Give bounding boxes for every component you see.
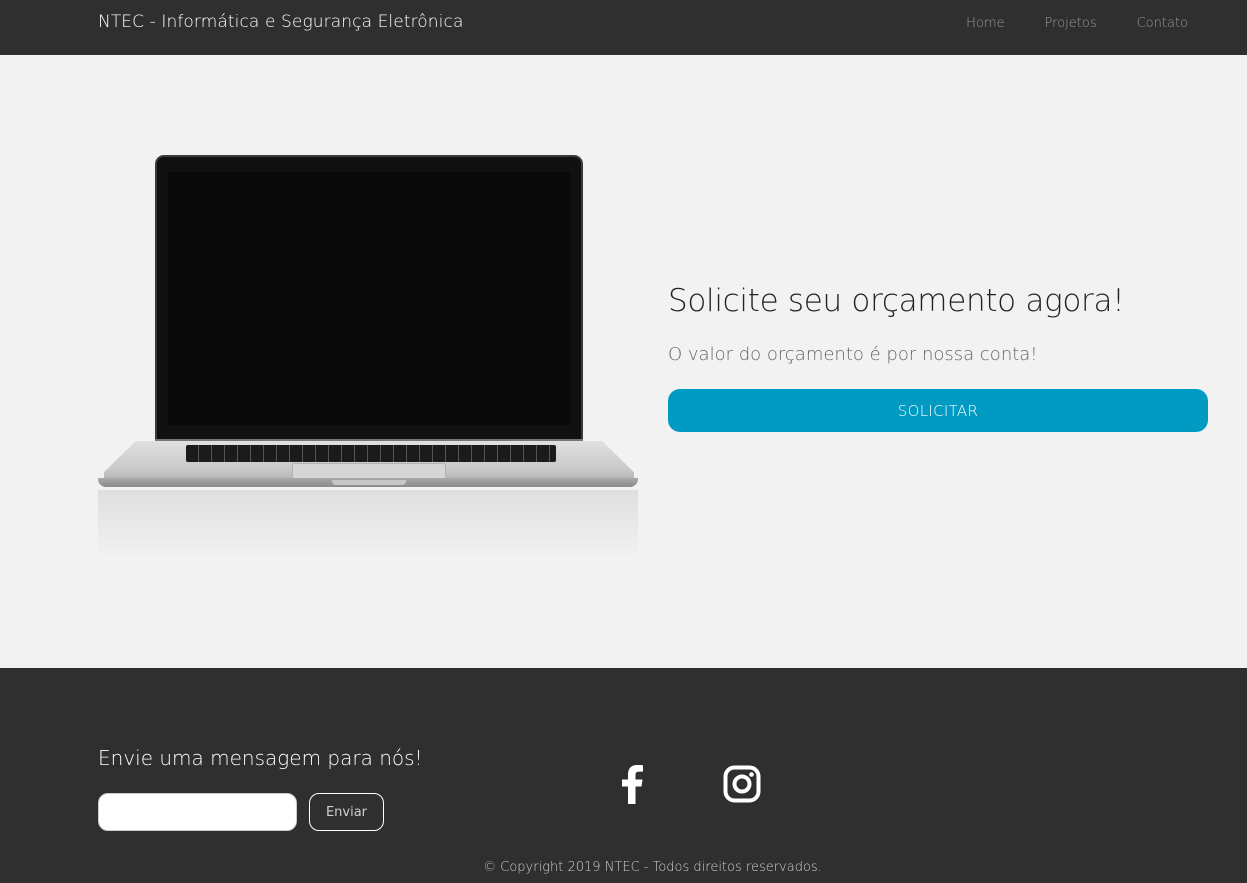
footer: Envie uma mensagem para nós! Enviar © Co… [0, 668, 1247, 883]
laptop-keyboard [186, 445, 556, 462]
hero-section: Solicite seu orçamento agora! O valor do… [0, 55, 1247, 668]
footer-title: Envie uma mensagem para nós! [98, 746, 423, 770]
solicitar-button[interactable]: SOLICITAR [668, 389, 1208, 432]
top-navbar: NTEC - Informática e Segurança Eletrônic… [0, 0, 1247, 55]
laptop-lid [155, 155, 583, 442]
facebook-link[interactable] [612, 764, 652, 804]
facebook-icon [622, 765, 643, 804]
copyright-text: © Copyright 2019 NTEC - Todos direitos r… [483, 860, 822, 875]
hero-subtitle: O valor do orçamento é por nossa conta! [668, 344, 1038, 365]
nav-link-contato[interactable]: Contato [1137, 16, 1188, 31]
laptop-notch [332, 480, 406, 485]
instagram-icon [723, 765, 761, 803]
nav-link-projetos[interactable]: Projetos [1045, 16, 1097, 31]
brand-link[interactable]: NTEC - Informática e Segurança Eletrônic… [98, 12, 463, 32]
message-input[interactable] [98, 793, 297, 831]
nav-links: Home Projetos Contato [966, 16, 1188, 31]
laptop-touchpad [292, 463, 446, 479]
enviar-button[interactable]: Enviar [309, 793, 384, 831]
laptop-image [98, 155, 638, 575]
laptop-screen [168, 172, 570, 425]
laptop-reflection [98, 490, 638, 560]
nav-link-home[interactable]: Home [966, 16, 1004, 31]
instagram-link[interactable] [722, 764, 762, 804]
hero-title: Solicite seu orçamento agora! [668, 283, 1125, 319]
